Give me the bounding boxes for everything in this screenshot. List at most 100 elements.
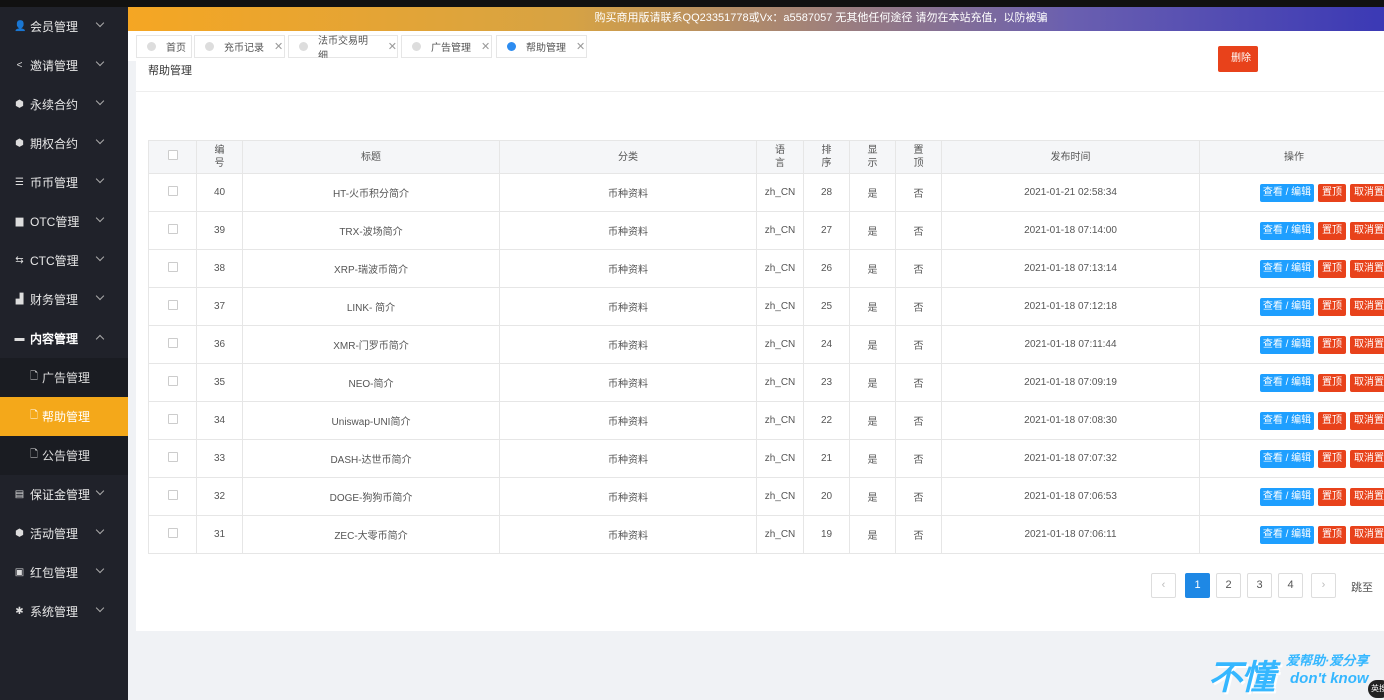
pin-top-button[interactable]: 置顶 [1318, 297, 1346, 316]
cell-publish-time: 2021-01-18 07:11:44 [941, 325, 1200, 364]
jump-to-label: 跳至 [1351, 582, 1373, 594]
row-checkbox[interactable] [167, 338, 178, 348]
row-checkbox[interactable] [167, 490, 178, 500]
page-button-2[interactable]: 2 [1216, 573, 1241, 598]
row-checkbox[interactable] [167, 300, 178, 310]
pin-top-button[interactable]: 置顶 [1318, 183, 1346, 202]
row-checkbox[interactable] [167, 414, 178, 424]
sidebar-item-otc[interactable]: ▆ OTC管理 [0, 202, 128, 241]
cancel-pin-button[interactable]: 取消置顶 [1350, 373, 1384, 392]
cell-sort: 26 [803, 249, 850, 288]
cell-title: DOGE-狗狗币简介 [242, 477, 500, 516]
sidebar-subitem-ads[interactable]: 🗋 广告管理 [0, 358, 128, 397]
page-button-4[interactable]: 4 [1278, 573, 1303, 598]
sidebar-item-member[interactable]: 👤 会员管理 [0, 7, 128, 46]
pin-top-button[interactable]: 置顶 [1318, 221, 1346, 240]
pin-top-button[interactable]: 置顶 [1318, 259, 1346, 278]
row-checkbox[interactable] [167, 224, 178, 234]
view-edit-button[interactable]: 查看 / 编辑 [1260, 525, 1314, 544]
row-checkbox[interactable] [167, 262, 178, 272]
tab-help-management[interactable]: 帮助管理 ✕ [496, 35, 587, 58]
cancel-pin-button[interactable]: 取消置顶 [1350, 221, 1384, 240]
close-icon[interactable]: ✕ [481, 40, 490, 53]
cancel-pin-button[interactable]: 取消置顶 [1350, 259, 1384, 278]
cell-category: 币种资料 [499, 249, 757, 288]
cell-id: 31 [196, 515, 243, 554]
sidebar-item-perpetual[interactable]: ⬢ 永续合约 [0, 85, 128, 124]
cell-language: zh_CN [756, 439, 804, 478]
cell-title: NEO-简介 [242, 363, 500, 402]
cell-id: 34 [196, 401, 243, 440]
cell-actions: 查看 / 编辑置顶取消置顶 [1199, 439, 1384, 478]
file-icon: 🗋 [30, 371, 39, 382]
file-icon: 🗋 [30, 410, 39, 421]
sidebar-item-deposit[interactable]: ▤ 保证金管理 [0, 475, 128, 514]
row-checkbox[interactable] [167, 376, 178, 386]
page-button-3[interactable]: 3 [1247, 573, 1272, 598]
table-header-row: 编号 标题 分类 语言 排序 显示 置顶 发布时间 操作 [148, 140, 1384, 174]
sidebar-item-label: CTC管理 [30, 254, 79, 268]
cancel-pin-button[interactable]: 取消置顶 [1350, 335, 1384, 354]
pin-top-button[interactable]: 置顶 [1318, 487, 1346, 506]
sidebar-item-spot[interactable]: ☰ 币币管理 [0, 163, 128, 202]
close-icon[interactable]: ✕ [274, 40, 283, 53]
view-edit-button[interactable]: 查看 / 编辑 [1260, 449, 1314, 468]
cell-category: 币种资料 [499, 287, 757, 326]
cancel-pin-button[interactable]: 取消置顶 [1350, 449, 1384, 468]
view-edit-button[interactable]: 查看 / 编辑 [1260, 487, 1314, 506]
select-all-checkbox[interactable] [167, 150, 178, 160]
view-edit-button[interactable]: 查看 / 编辑 [1260, 297, 1314, 316]
row-select-cell [148, 439, 197, 478]
cell-id: 32 [196, 477, 243, 516]
sidebar-subitem-help[interactable]: 🗋 帮助管理 [0, 397, 128, 436]
cell-sort: 20 [803, 477, 850, 516]
sidebar-item-content[interactable]: ▬ 内容管理 [0, 319, 128, 358]
view-edit-button[interactable]: 查看 / 编辑 [1260, 259, 1314, 278]
page-button-1[interactable]: 1 [1185, 573, 1210, 598]
sidebar-subitem-announcements[interactable]: 🗋 公告管理 [0, 436, 128, 475]
cell-publish-time: 2021-01-18 07:09:19 [941, 363, 1200, 402]
prev-page-button[interactable]: ‹ [1151, 573, 1176, 598]
tab-deposit-records[interactable]: 充币记录 ✕ [194, 35, 285, 58]
pin-top-button[interactable]: 置顶 [1318, 335, 1346, 354]
cancel-pin-button[interactable]: 取消置顶 [1350, 411, 1384, 430]
close-icon[interactable]: ✕ [388, 40, 397, 53]
pin-top-button[interactable]: 置顶 [1318, 449, 1346, 468]
chevron-down-icon [95, 252, 105, 262]
delete-button[interactable]: 删除 [1218, 46, 1258, 72]
next-page-button[interactable]: › [1311, 573, 1336, 598]
sidebar-item-ctc[interactable]: ⇆ CTC管理 [0, 241, 128, 280]
sidebar-item-invite[interactable]: < 邀请管理 [0, 46, 128, 85]
cell-top: 否 [895, 439, 942, 478]
view-edit-button[interactable]: 查看 / 编辑 [1260, 373, 1314, 392]
sidebar-item-label: OTC管理 [30, 215, 80, 229]
pin-top-button[interactable]: 置顶 [1318, 525, 1346, 544]
sidebar-item-activity[interactable]: ⬢ 活动管理 [0, 514, 128, 553]
tab-fiat-trade-details[interactable]: 法币交易明细 ✕ [288, 35, 398, 62]
cancel-pin-button[interactable]: 取消置顶 [1350, 183, 1384, 202]
sidebar-item-system[interactable]: ✱ 系统管理 [0, 592, 128, 631]
cell-id: 40 [196, 173, 243, 212]
cell-publish-time: 2021-01-18 07:14:00 [941, 211, 1200, 250]
close-icon[interactable]: ✕ [576, 40, 585, 53]
row-checkbox[interactable] [167, 452, 178, 462]
pin-top-button[interactable]: 置顶 [1318, 411, 1346, 430]
sidebar-item-options[interactable]: ⬢ 期权合约 [0, 124, 128, 163]
sidebar-item-redpacket[interactable]: ▣ 红包管理 [0, 553, 128, 592]
view-edit-button[interactable]: 查看 / 编辑 [1260, 221, 1314, 240]
cell-show: 是 [849, 401, 896, 440]
sidebar-item-label: 红包管理 [30, 566, 79, 580]
sidebar-item-finance[interactable]: ▟ 财务管理 [0, 280, 128, 319]
tab-home[interactable]: 首页 [136, 35, 192, 58]
view-edit-button[interactable]: 查看 / 编辑 [1260, 335, 1314, 354]
row-checkbox[interactable] [167, 186, 178, 196]
header-id-label: 编号 [214, 145, 225, 169]
cancel-pin-button[interactable]: 取消置顶 [1350, 525, 1384, 544]
view-edit-button[interactable]: 查看 / 编辑 [1260, 183, 1314, 202]
cancel-pin-button[interactable]: 取消置顶 [1350, 487, 1384, 506]
cancel-pin-button[interactable]: 取消置顶 [1350, 297, 1384, 316]
tab-ad-management[interactable]: 广告管理 ✕ [401, 35, 492, 58]
view-edit-button[interactable]: 查看 / 编辑 [1260, 411, 1314, 430]
pin-top-button[interactable]: 置顶 [1318, 373, 1346, 392]
row-checkbox[interactable] [167, 528, 178, 538]
